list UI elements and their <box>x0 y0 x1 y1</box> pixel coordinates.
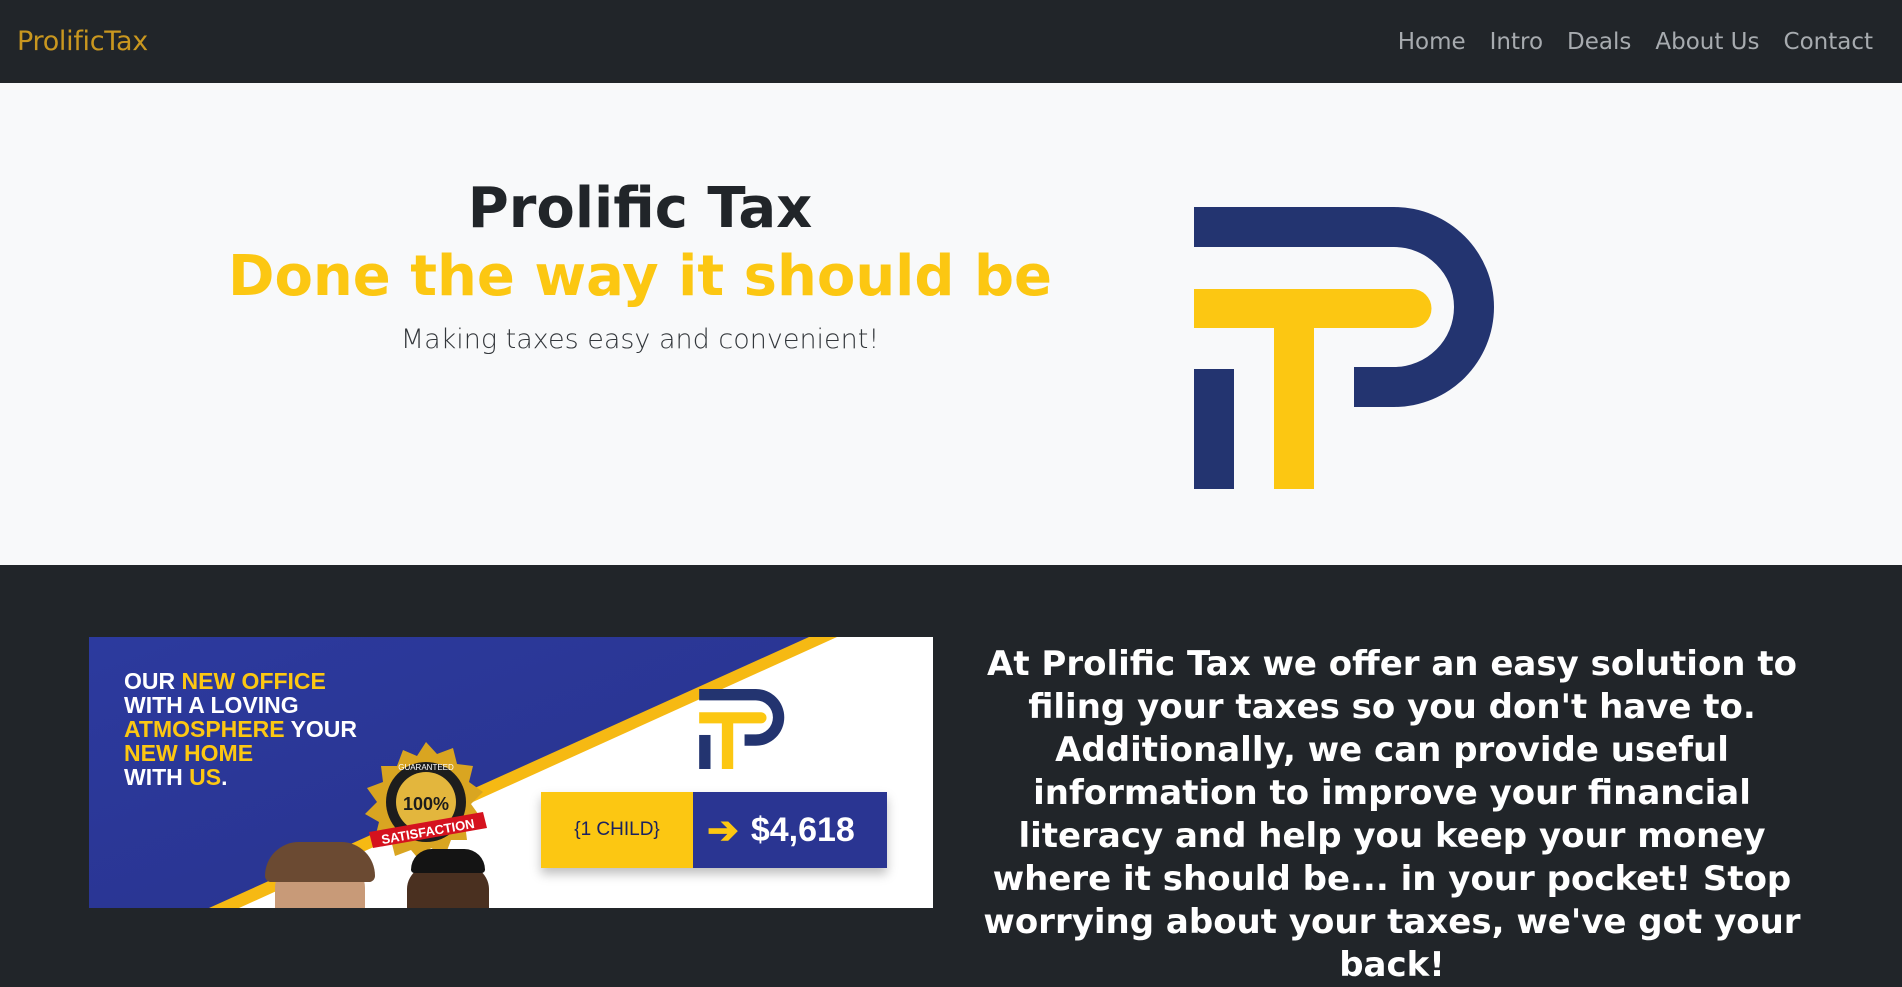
nav-link-contact[interactable]: Contact <box>1772 29 1885 55</box>
hero-tagline: Making taxes easy and convenient! <box>400 323 880 355</box>
about-text: At Prolific Tax we offer an easy solutio… <box>983 644 1801 985</box>
person-photo-left-hair <box>265 842 375 882</box>
promo-headline-line: OUR NEW OFFICE <box>124 669 357 693</box>
hero-subtitle: Done the way it should be <box>227 244 1053 310</box>
prolific-tax-logo <box>1194 207 1494 489</box>
deal-amount: $4,618 <box>750 810 855 849</box>
promo-headline-segment: YOUR <box>284 716 358 742</box>
seal-top-text: GUARANTEED <box>398 763 454 772</box>
brand-link[interactable]: ProlificTax <box>17 26 148 57</box>
promo-headline-segment: ATMOSPHERE <box>124 716 285 742</box>
nav-link-deals[interactable]: Deals <box>1555 29 1643 55</box>
deal-label: {1 CHILD} <box>541 792 693 868</box>
promo-headline-segment: WITH <box>124 764 190 790</box>
promo-headline-segment: US <box>189 764 222 790</box>
seal-percent-text: 100% <box>403 794 449 814</box>
person-photo-right-hair <box>411 849 485 873</box>
promo-logo-icon <box>699 689 785 769</box>
arrow-right-icon: ➔ <box>707 809 739 852</box>
promo-headline-segment: NEW HOME <box>124 740 254 766</box>
about-section: OUR NEW OFFICE WITH A LOVING ATMOSPHERE YO… <box>0 565 1902 985</box>
nav-link-intro[interactable]: Intro <box>1478 29 1555 55</box>
deal-value: ➔ $4,618 <box>693 792 887 868</box>
hero-section: Prolific Tax Done the way it should be M… <box>0 83 1902 565</box>
promo-headline: OUR NEW OFFICE WITH A LOVING ATMOSPHERE YO… <box>124 669 357 789</box>
hero-title: Prolific Tax <box>467 176 813 241</box>
hero-text: Prolific Tax Done the way it should be M… <box>200 175 1080 355</box>
nav-links: Home Intro Deals About Us Contact <box>1386 29 1885 55</box>
nav-link-home[interactable]: Home <box>1386 29 1478 55</box>
promo-headline-line: NEW HOME <box>124 741 357 765</box>
nav-link-about-us[interactable]: About Us <box>1643 29 1771 55</box>
promo-headline-line: ATMOSPHERE YOUR <box>124 717 357 741</box>
promo-headline-line: WITH A LOVING <box>124 693 357 717</box>
promo-headline-segment: . <box>221 764 228 790</box>
promo-headline-segment: OUR <box>124 668 182 694</box>
deal-row: {1 CHILD} ➔ $4,618 <box>541 792 887 868</box>
navbar: ProlificTax Home Intro Deals About Us Co… <box>0 0 1902 83</box>
promo-headline-line: WITH US. <box>124 765 357 789</box>
promo-headline-segment: WITH A LOVING <box>124 692 299 718</box>
promo-headline-segment: NEW OFFICE <box>181 668 326 694</box>
promo-image: OUR NEW OFFICE WITH A LOVING ATMOSPHERE YO… <box>89 637 933 908</box>
